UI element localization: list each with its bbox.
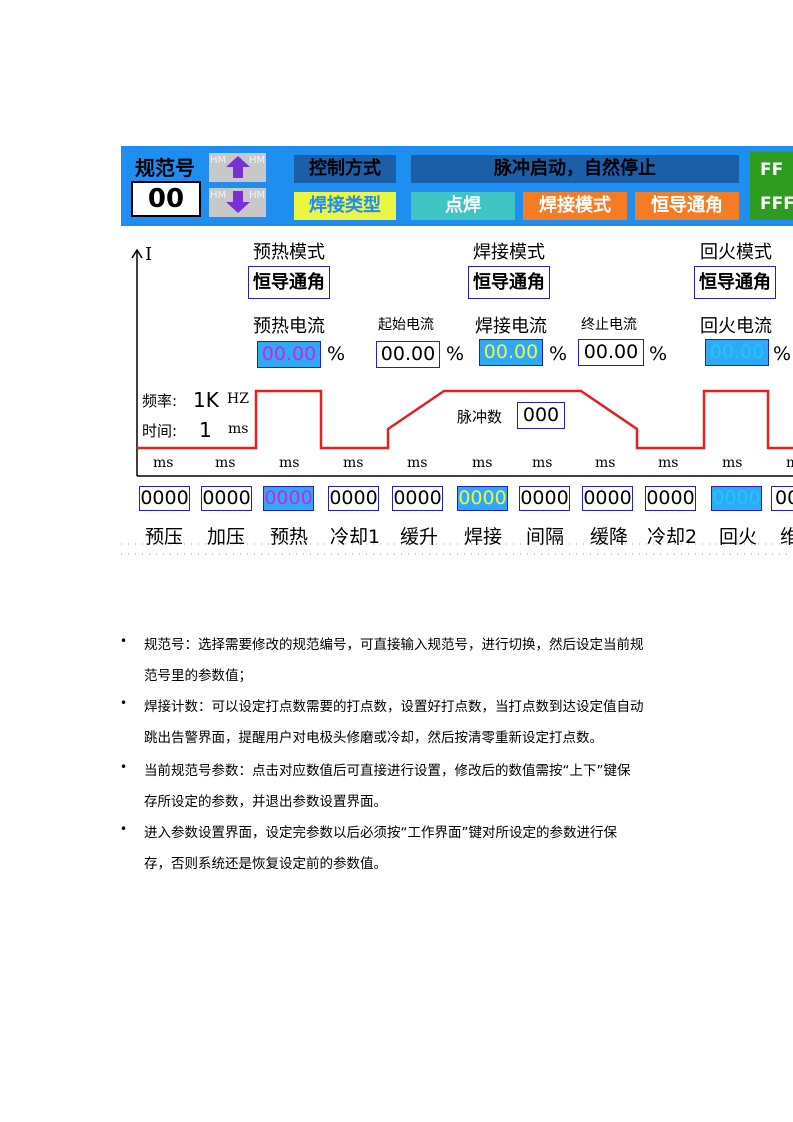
note-3-line-2: 存所设定的参数，并退出参数设置界面。 bbox=[144, 794, 387, 810]
weld-current-label: 焊接电流 bbox=[475, 316, 547, 337]
temper-current-input[interactable]: 00.00 bbox=[705, 339, 769, 366]
phase-value-downslope[interactable]: 0000 bbox=[582, 486, 633, 511]
ms-unit-11: ms bbox=[786, 455, 793, 471]
note-bullet-2: • bbox=[120, 696, 128, 710]
phase-label-temper: 回火 bbox=[719, 526, 758, 548]
preheat-current-percent: % bbox=[327, 343, 346, 365]
phase-value-cool2[interactable]: 0000 bbox=[645, 486, 696, 511]
phase-label-cool1: 冷却1 bbox=[330, 526, 381, 548]
temper-mode-select[interactable]: 恒导通角 bbox=[694, 266, 776, 299]
preheat-mode-label: 预热模式 bbox=[253, 242, 325, 263]
phase-label-preheat: 预热 bbox=[270, 526, 309, 548]
temper-mode-label: 回火模式 bbox=[700, 242, 772, 263]
ms-unit-7: ms bbox=[532, 455, 553, 471]
ms-unit-5: ms bbox=[407, 455, 428, 471]
note-bullet-1: • bbox=[120, 634, 128, 648]
note-3-line-1: 当前规范号参数：点击对应数值后可直接进行设置，修改后的数值需按“上下”键保 bbox=[144, 763, 631, 779]
preheat-mode-select[interactable]: 恒导通角 bbox=[248, 266, 330, 299]
temper-current-label: 回火电流 bbox=[700, 316, 772, 337]
phase-label-downslope: 缓降 bbox=[590, 526, 629, 548]
note-1-line-2: 范号里的参数值； bbox=[144, 668, 252, 684]
note-4-line-1: 进入参数设置界面，设定完参数以后必须按“工作界面”键对所设定的参数进行保 bbox=[144, 825, 617, 841]
start-current-input[interactable]: 00.00 bbox=[376, 341, 440, 368]
weld-current-input[interactable]: 00.00 bbox=[479, 339, 543, 366]
ms-unit-10: ms bbox=[722, 455, 743, 471]
phase-value-hold[interactable]: 00 bbox=[771, 486, 793, 511]
ms-unit-9: ms bbox=[658, 455, 679, 471]
preheat-current-label: 预热电流 bbox=[253, 316, 325, 337]
weld-current-percent: % bbox=[549, 343, 568, 365]
phase-label-hold: 维 bbox=[780, 526, 793, 548]
phase-label-upslope: 缓升 bbox=[400, 526, 439, 548]
start-current-label: 起始电流 bbox=[378, 317, 434, 333]
end-current-label: 终止电流 bbox=[581, 317, 637, 333]
note-bullet-3: • bbox=[120, 760, 128, 774]
phase-value-upslope[interactable]: 0000 bbox=[392, 486, 443, 511]
weld-mode-select[interactable]: 恒导通角 bbox=[468, 266, 550, 299]
phase-value-temper[interactable]: 0000 bbox=[711, 486, 762, 511]
phase-value-cool1[interactable]: 0000 bbox=[328, 486, 379, 511]
pulse-count-input[interactable]: 000 bbox=[517, 402, 565, 429]
time-label: 时间: bbox=[142, 422, 178, 440]
phase-value-squeeze[interactable]: 0000 bbox=[139, 486, 190, 511]
freq-unit: HZ bbox=[227, 391, 249, 407]
pulse-count-label: 脉冲数 bbox=[457, 408, 503, 426]
ms-unit-6: ms bbox=[472, 455, 493, 471]
ms-unit-3: ms bbox=[279, 455, 300, 471]
ms-unit-8: ms bbox=[595, 455, 616, 471]
time-unit: ms bbox=[228, 421, 249, 437]
phase-label-cool2: 冷却2 bbox=[647, 526, 698, 548]
phase-label-interval: 间隔 bbox=[526, 526, 565, 548]
temper-current-percent: % bbox=[773, 343, 792, 365]
note-2-line-2: 跳出告警界面，提醒用户对电极头修磨或冷却，然后按清零重新设定打点数。 bbox=[144, 730, 603, 746]
freq-label: 频率: bbox=[142, 392, 178, 410]
phase-value-weld[interactable]: 0000 bbox=[457, 486, 508, 511]
y-axis-label: I bbox=[145, 244, 153, 265]
start-current-percent: % bbox=[446, 343, 465, 365]
ms-unit-4: ms bbox=[343, 455, 364, 471]
preheat-current-input[interactable]: 00.00 bbox=[257, 341, 321, 368]
weld-mode-graph-label: 焊接模式 bbox=[473, 242, 545, 263]
end-current-percent: % bbox=[649, 343, 668, 365]
freq-value[interactable]: 1K bbox=[193, 388, 219, 412]
note-2-line-1: 焊接计数：可以设定打点数需要的打点数，设置好打点数，当打点数到达设定值自动 bbox=[144, 699, 644, 715]
time-value[interactable]: 1 bbox=[199, 418, 212, 442]
phase-label-squeeze: 预压 bbox=[145, 526, 184, 548]
note-4-line-2: 存，否则系统还是恢复设定前的参数值。 bbox=[144, 856, 387, 872]
phase-label-press: 加压 bbox=[207, 526, 246, 548]
ms-unit-2: ms bbox=[215, 455, 236, 471]
end-current-input[interactable]: 00.00 bbox=[578, 339, 644, 366]
hmi-screen: 规范号 00 HM HM HM HM 控制方式 脉冲启动，自然停止 焊接类型 点… bbox=[121, 146, 793, 566]
phase-value-interval[interactable]: 0000 bbox=[519, 486, 570, 511]
phase-value-press[interactable]: 0000 bbox=[201, 486, 252, 511]
note-1-line-1: 规范号：选择需要修改的规范编号，可直接输入规范号，进行切换，然后设定当前规 bbox=[144, 637, 644, 653]
note-bullet-4: • bbox=[120, 822, 128, 836]
phase-value-preheat[interactable]: 0000 bbox=[263, 486, 314, 511]
phase-label-weld: 焊接 bbox=[464, 526, 503, 548]
ms-unit-1: ms bbox=[153, 455, 174, 471]
